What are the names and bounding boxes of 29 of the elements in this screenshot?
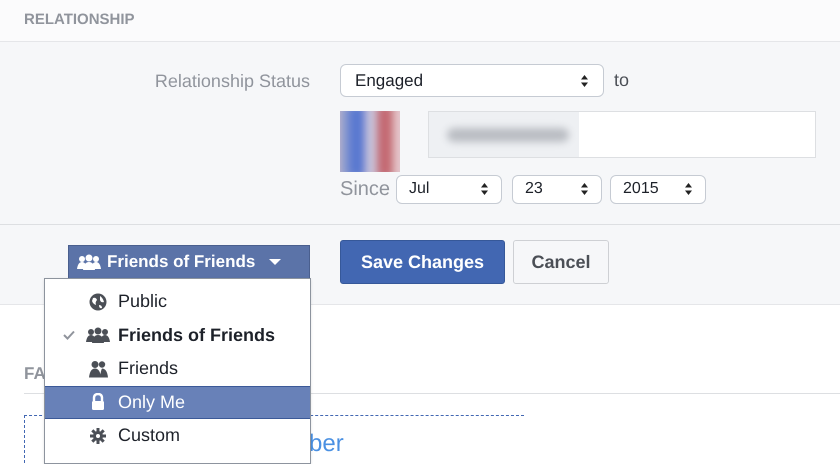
year-select[interactable]: 2015: [610, 174, 706, 204]
save-button[interactable]: Save Changes: [340, 240, 505, 284]
updown-arrow-icon: [580, 182, 590, 196]
globe-icon: [89, 292, 107, 311]
caret-icon: [269, 258, 282, 266]
gear-icon: [89, 426, 107, 445]
pair-icon: [87, 360, 109, 378]
relationship-select[interactable]: Engaged: [340, 64, 604, 97]
menu-item[interactable]: Friends of Friends: [45, 318, 310, 352]
privacy-dropdown[interactable]: Friends of Friends: [68, 245, 310, 279]
menu-item[interactable]: Only Me: [45, 386, 310, 419]
updown-arrow-icon: [684, 182, 694, 196]
group-icon: [86, 326, 110, 344]
section-title: FA: [24, 363, 46, 385]
connector-text: to: [614, 69, 630, 92]
group-icon: [77, 254, 101, 270]
input-field[interactable]: [428, 111, 816, 158]
menu-item[interactable]: Public: [45, 285, 310, 318]
check-icon: [63, 330, 75, 340]
since-label: Since: [340, 177, 390, 202]
updown-arrow-icon: [480, 182, 490, 196]
menu-item[interactable]: Custom: [45, 419, 310, 452]
month-select[interactable]: Jul: [396, 174, 502, 204]
day-select[interactable]: 23: [512, 174, 602, 204]
cancel-button[interactable]: Cancel: [513, 240, 609, 284]
updown-arrow-icon: [580, 74, 589, 88]
menu-item[interactable]: Friends: [45, 352, 310, 386]
field-label: Relationship Status: [154, 70, 310, 93]
section-title: RELATIONSHIP: [24, 10, 135, 30]
